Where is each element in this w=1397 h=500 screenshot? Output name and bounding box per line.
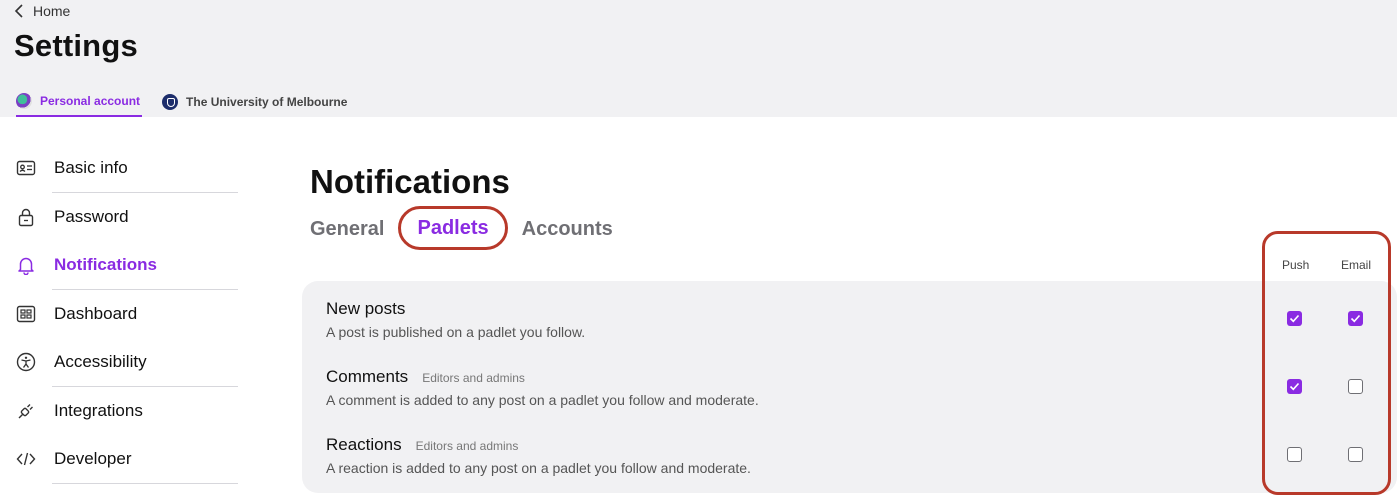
comments-push-checkbox[interactable] xyxy=(1287,379,1302,394)
tab-label: Personal account xyxy=(40,93,141,108)
tab-accounts[interactable]: Accounts xyxy=(522,212,613,246)
new-posts-email-checkbox[interactable] xyxy=(1348,311,1363,326)
sidebar-item-dashboard[interactable]: Dashboard xyxy=(0,290,240,339)
checkmark-icon xyxy=(1289,314,1300,323)
row-title-text: Comments xyxy=(326,367,409,386)
dashboard-icon xyxy=(15,303,37,325)
notification-settings-panel: New posts A post is published on a padle… xyxy=(302,281,1397,493)
checkmark-icon xyxy=(1350,314,1361,323)
sidebar-item-label: Notifications xyxy=(54,255,157,275)
lock-icon xyxy=(15,206,37,228)
code-icon xyxy=(15,448,37,470)
sidebar-item-label: Integrations xyxy=(54,400,143,420)
chevron-left-icon xyxy=(14,4,23,18)
sidebar-item-accessibility[interactable]: Accessibility xyxy=(0,338,240,387)
id-card-icon xyxy=(15,157,37,179)
bell-icon xyxy=(15,254,37,276)
sidebar-item-label: Developer xyxy=(54,449,132,469)
sidebar-item-password[interactable]: Password xyxy=(0,193,240,242)
university-logo-icon xyxy=(162,93,179,110)
audience-tag: Editors and admins xyxy=(422,371,525,385)
notification-tabs: General Padlets Accounts xyxy=(310,206,613,250)
tab-general[interactable]: General xyxy=(310,212,384,246)
tab-personal-account[interactable]: Personal account xyxy=(16,86,143,117)
new-posts-push-checkbox[interactable] xyxy=(1287,311,1302,326)
row-description: A comment is added to any post on a padl… xyxy=(326,392,759,408)
tab-label: The University of Melbourne xyxy=(186,94,348,109)
setting-row-reactions: Reactions Editors and admins A reaction … xyxy=(326,435,1326,476)
sidebar-item-label: Dashboard xyxy=(54,303,138,323)
checkmark-icon xyxy=(1289,382,1300,391)
setting-row-comments: Comments Editors and admins A comment is… xyxy=(326,367,1326,408)
back-label: Home xyxy=(33,3,71,19)
back-home-link[interactable]: Home xyxy=(14,3,70,19)
settings-header: Home Settings Personal account The Unive… xyxy=(0,0,1397,117)
notifications-title: Notifications xyxy=(310,163,510,200)
row-title-text: Reactions xyxy=(326,435,402,454)
audience-tag: Editors and admins xyxy=(415,439,519,453)
sidebar-item-label: Password xyxy=(54,206,129,226)
row-description: A post is published on a padlet you foll… xyxy=(326,324,586,340)
plug-icon xyxy=(15,400,37,422)
sidebar-item-notifications[interactable]: Notifications xyxy=(0,241,240,290)
sidebar-item-developer[interactable]: Developer xyxy=(0,435,240,484)
tab-university-account[interactable]: The University of Melbourne xyxy=(162,86,349,117)
row-title: Reactions Editors and admins xyxy=(326,435,1326,455)
row-title-text: New posts xyxy=(326,299,406,318)
sidebar-item-label: Accessibility xyxy=(54,352,147,372)
row-title: Comments Editors and admins xyxy=(326,367,1326,387)
personal-avatar-icon xyxy=(16,92,32,109)
comments-email-checkbox[interactable] xyxy=(1348,379,1363,394)
push-column-header: Push xyxy=(1282,258,1310,272)
sidebar-item-basic-info[interactable]: Basic info xyxy=(0,144,240,193)
accessibility-icon xyxy=(15,351,37,373)
setting-row-new-posts: New posts A post is published on a padle… xyxy=(326,299,1326,340)
sidebar-item-label: Basic info xyxy=(54,158,128,178)
divider xyxy=(52,482,238,484)
sidebar-item-integrations[interactable]: Integrations xyxy=(0,387,240,436)
reactions-push-checkbox[interactable] xyxy=(1287,447,1302,462)
reactions-email-checkbox[interactable] xyxy=(1348,447,1363,462)
tab-padlets[interactable]: Padlets xyxy=(398,206,508,250)
email-column-header: Email xyxy=(1341,258,1372,272)
row-title: New posts xyxy=(326,299,1326,319)
page-title: Settings xyxy=(14,28,138,63)
account-tabs: Personal account The University of Melbo… xyxy=(16,86,349,117)
row-description: A reaction is added to any post on a pad… xyxy=(326,460,751,476)
settings-sidebar: Basic info Password Notifications Dashbo… xyxy=(0,144,240,484)
